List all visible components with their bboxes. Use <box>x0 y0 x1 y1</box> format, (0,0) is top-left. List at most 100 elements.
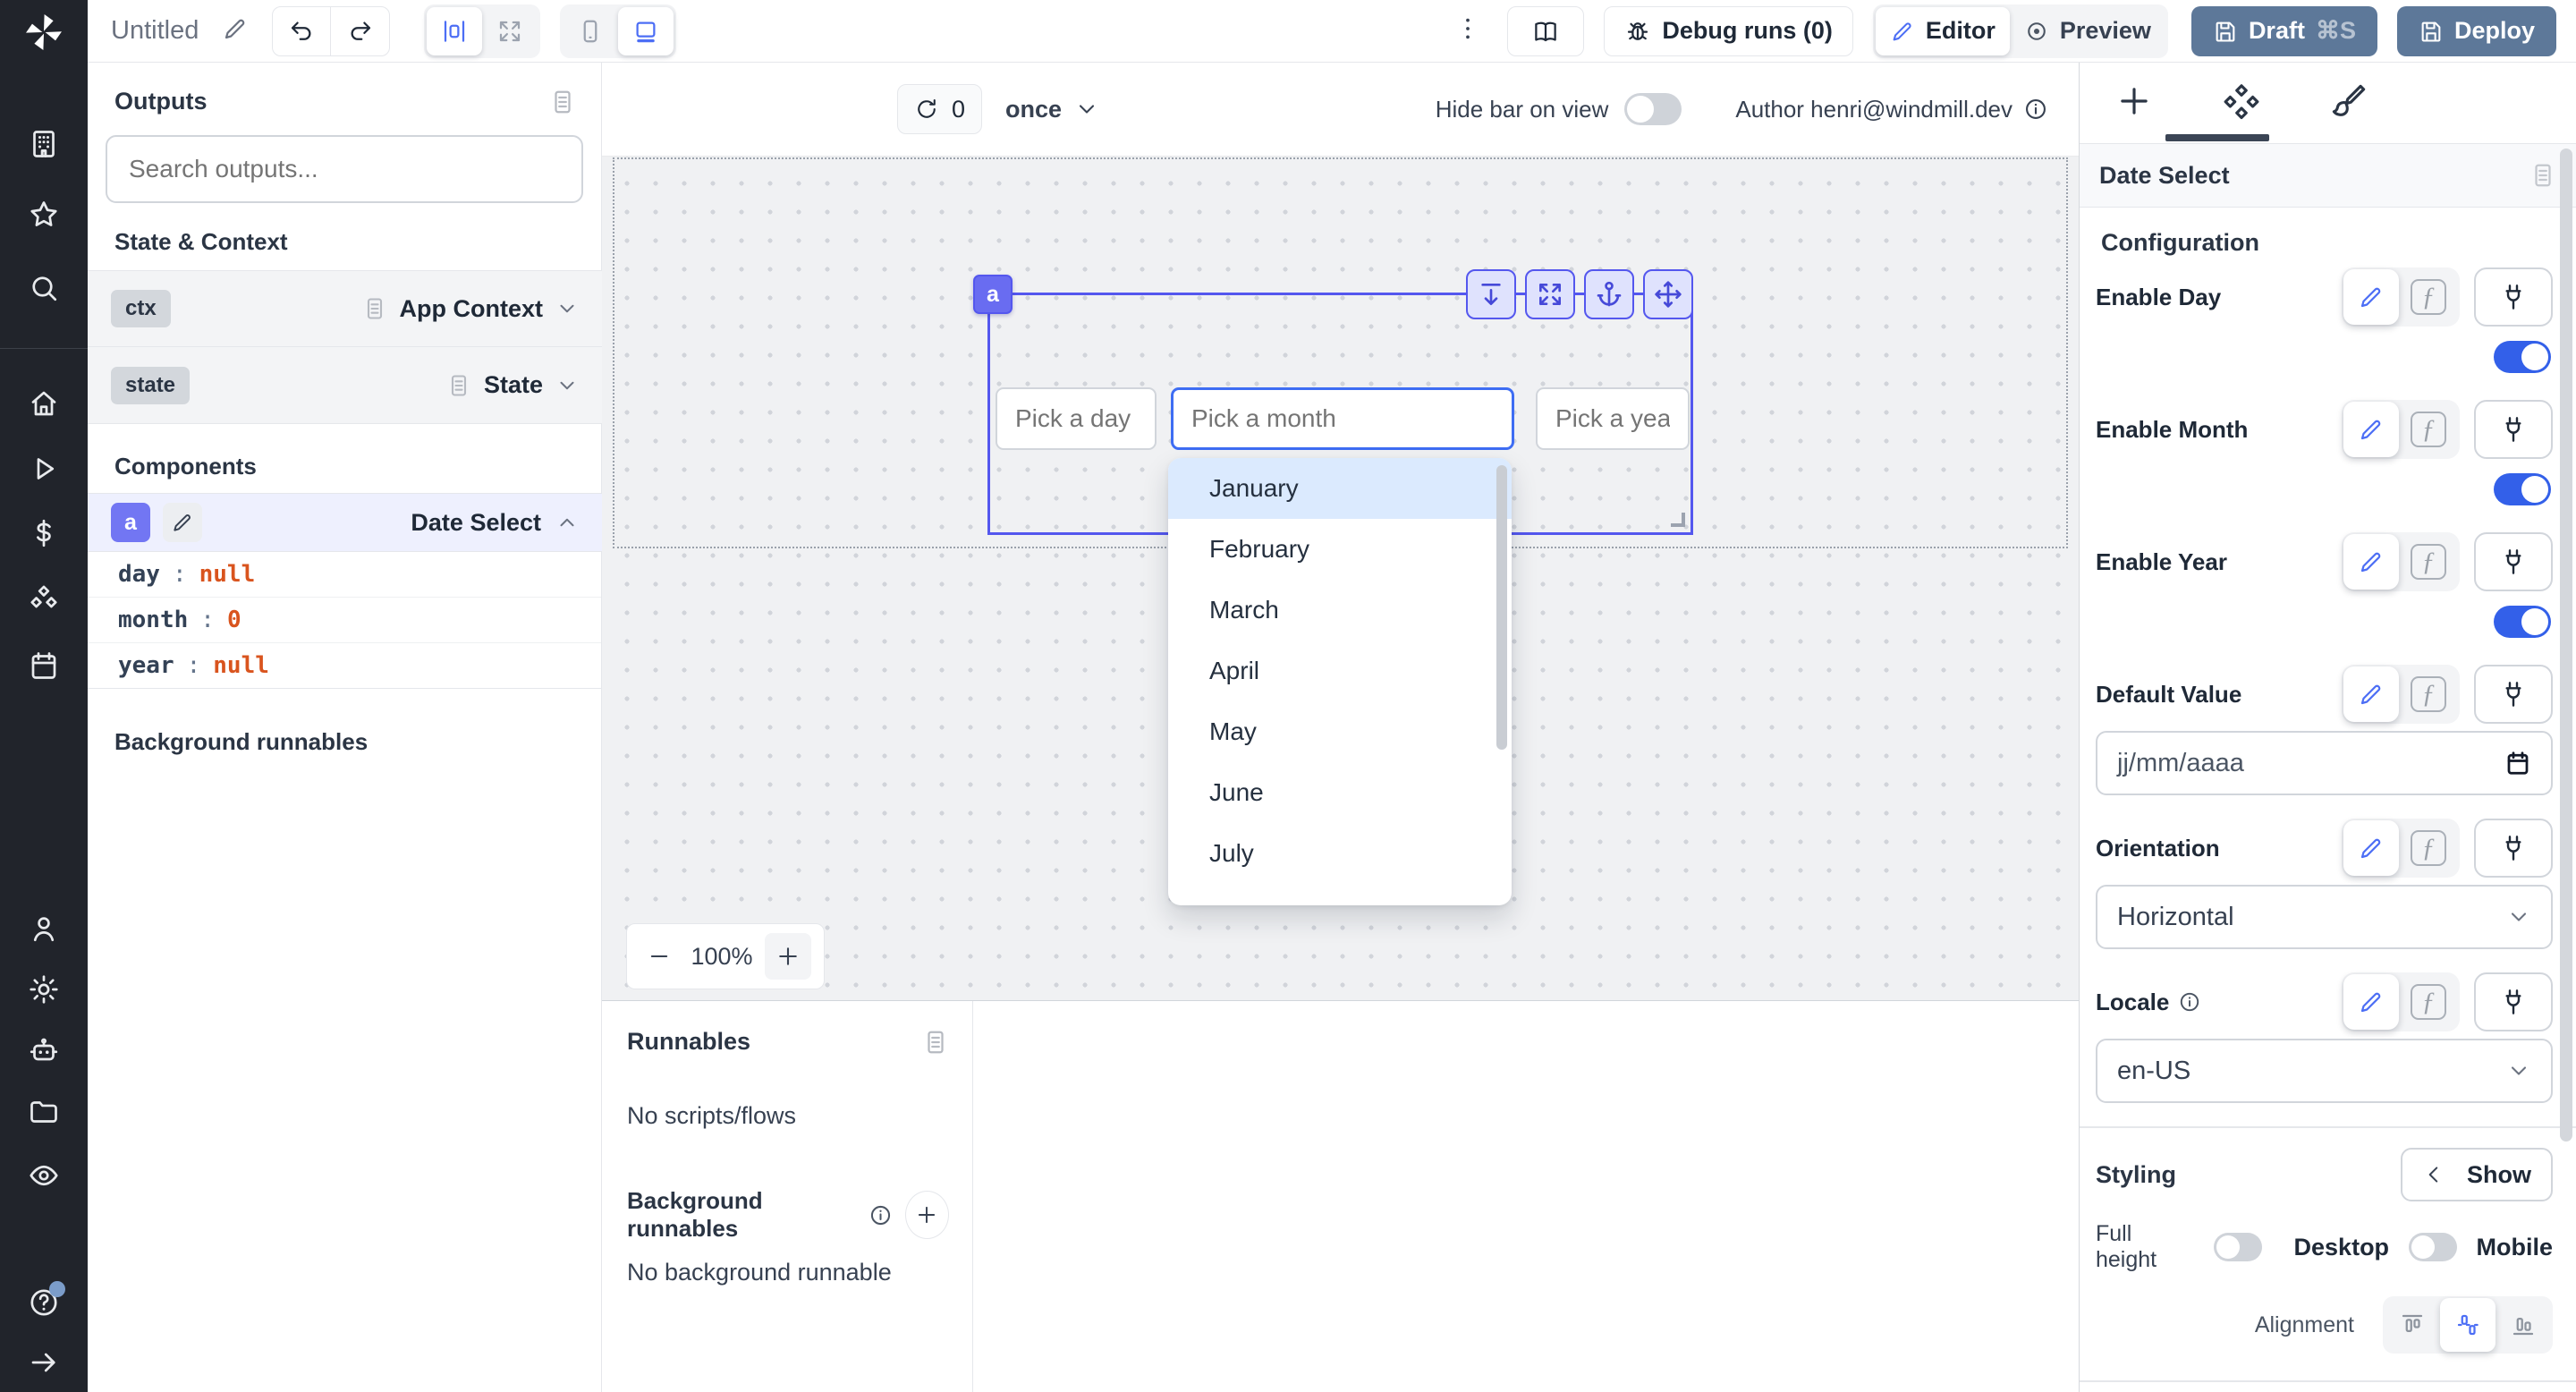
component-output-year[interactable]: year:null <box>88 643 601 689</box>
locale-select[interactable]: en-US <box>2096 1039 2553 1103</box>
preview-tab[interactable]: Preview <box>2010 7 2165 55</box>
component-settings-tab-icon[interactable] <box>2223 82 2260 124</box>
dropdown-scrollbar[interactable] <box>1496 465 1507 750</box>
zoom-in-button[interactable] <box>765 933 811 980</box>
connect-plug-icon[interactable] <box>2474 267 2553 327</box>
variables-icon[interactable] <box>28 517 60 549</box>
schedules-icon[interactable] <box>28 649 60 682</box>
workers-robot-icon[interactable] <box>28 1035 60 1067</box>
static-edit-pencil-icon[interactable] <box>2343 269 2399 325</box>
fx-expression-icon[interactable]: ƒ <box>2399 820 2458 876</box>
desktop-device-button[interactable] <box>618 7 674 55</box>
enable-day-toggle[interactable] <box>2494 341 2551 373</box>
rename-pencil-icon[interactable] <box>222 15 249 47</box>
month-option[interactable]: August <box>1168 884 1512 905</box>
undo-button[interactable] <box>273 6 331 56</box>
fullscreen-handle-icon[interactable] <box>1525 269 1575 319</box>
component-row-a[interactable]: a Date Select <box>88 493 602 552</box>
month-option[interactable]: February <box>1168 519 1512 580</box>
desktop-toggle[interactable] <box>2409 1233 2456 1261</box>
styling-show-button[interactable]: Show <box>2401 1148 2553 1201</box>
anchor-handle-icon[interactable] <box>1584 269 1634 319</box>
static-edit-pencil-icon[interactable] <box>2343 666 2399 722</box>
fx-expression-icon[interactable]: ƒ <box>2399 269 2458 325</box>
frequency-dropdown[interactable]: once <box>1005 96 1099 123</box>
user-icon[interactable] <box>28 912 60 945</box>
search-icon[interactable] <box>28 272 60 304</box>
month-option[interactable]: July <box>1168 823 1512 884</box>
month-option[interactable]: March <box>1168 580 1512 641</box>
ctx-row[interactable]: ctx App Context <box>88 270 602 347</box>
kebab-menu-icon[interactable] <box>1453 14 1482 47</box>
refresh-button[interactable]: 0 <box>897 84 982 134</box>
full-height-toggle[interactable] <box>2214 1233 2261 1261</box>
move-handle-icon[interactable] <box>1643 269 1693 319</box>
connect-plug-icon[interactable] <box>2474 400 2553 459</box>
center-layout-button[interactable] <box>427 7 482 55</box>
connect-plug-icon[interactable] <box>2474 665 2553 724</box>
resize-corner-handle[interactable] <box>1671 513 1685 527</box>
fullwidth-layout-button[interactable] <box>482 7 538 55</box>
state-row[interactable]: state State <box>88 347 602 424</box>
audit-eye-icon[interactable] <box>28 1159 60 1192</box>
expand-down-handle-icon[interactable] <box>1466 269 1516 319</box>
component-output-day[interactable]: day:null <box>88 552 601 598</box>
workspace-icon[interactable] <box>28 128 60 160</box>
docs-book-button[interactable] <box>1507 6 1584 56</box>
align-center-icon[interactable] <box>2440 1298 2496 1352</box>
month-input[interactable] <box>1171 387 1514 450</box>
static-edit-pencil-icon[interactable] <box>2343 820 2399 876</box>
month-option[interactable]: May <box>1168 701 1512 762</box>
align-top-icon[interactable] <box>2385 1298 2440 1352</box>
zoom-out-button[interactable] <box>640 937 679 976</box>
info-icon[interactable] <box>2178 990 2201 1014</box>
app-canvas[interactable]: a January February March April May June … <box>602 157 2079 1000</box>
fx-expression-icon[interactable]: ƒ <box>2399 402 2458 457</box>
search-outputs-input[interactable] <box>106 135 583 203</box>
component-tag-badge[interactable]: a <box>973 275 1013 314</box>
info-icon[interactable] <box>2023 97 2048 122</box>
calendar-icon[interactable] <box>2504 750 2531 777</box>
year-input[interactable] <box>1536 387 1690 450</box>
inspector-scrollbar[interactable] <box>2560 149 2572 1142</box>
add-background-runnable-button[interactable] <box>905 1191 949 1239</box>
folders-icon[interactable] <box>28 1096 60 1128</box>
redo-button[interactable] <box>331 6 389 56</box>
home-icon[interactable] <box>28 387 60 420</box>
component-output-month[interactable]: month:0 <box>88 598 601 643</box>
connect-plug-icon[interactable] <box>2474 532 2553 591</box>
editor-tab[interactable]: Editor <box>1876 7 2010 55</box>
global-styling-tab-brush-icon[interactable] <box>2330 82 2368 124</box>
connect-plug-icon[interactable] <box>2474 819 2553 878</box>
fx-expression-icon[interactable]: ƒ <box>2399 534 2458 590</box>
draft-button[interactable]: Draft ⌘S <box>2191 6 2377 56</box>
month-option[interactable]: January <box>1168 458 1512 519</box>
enable-month-toggle[interactable] <box>2494 473 2551 505</box>
runs-icon[interactable] <box>28 453 60 485</box>
orientation-select[interactable]: Horizontal <box>2096 885 2553 949</box>
align-bottom-icon[interactable] <box>2496 1298 2551 1352</box>
fx-expression-icon[interactable]: ƒ <box>2399 666 2458 722</box>
static-edit-pencil-icon[interactable] <box>2343 402 2399 457</box>
fx-expression-icon[interactable]: ƒ <box>2399 974 2458 1030</box>
collapse-rail-arrow-icon[interactable] <box>28 1346 60 1379</box>
month-option[interactable]: June <box>1168 762 1512 823</box>
deploy-button[interactable]: Deploy <box>2397 6 2556 56</box>
favorites-icon[interactable] <box>28 199 60 231</box>
connect-plug-icon[interactable] <box>2474 972 2553 1031</box>
enable-year-toggle[interactable] <box>2494 606 2551 638</box>
mobile-device-button[interactable] <box>563 7 618 55</box>
panel-doc-icon[interactable] <box>2529 162 2556 189</box>
month-option[interactable]: April <box>1168 641 1512 701</box>
default-value-date-input[interactable]: jj/mm/aaaa <box>2096 731 2553 795</box>
hide-bar-toggle[interactable] <box>1624 93 1682 125</box>
insert-component-tab-plus-icon[interactable] <box>2115 82 2153 124</box>
settings-gear-icon[interactable] <box>28 973 60 1006</box>
rename-component-pencil-icon[interactable] <box>163 503 202 542</box>
resources-icon[interactable] <box>28 583 60 615</box>
info-icon[interactable] <box>869 1203 893 1227</box>
windmill-logo-icon[interactable] <box>22 11 65 54</box>
debug-runs-button[interactable]: Debug runs (0) <box>1604 6 1853 56</box>
panel-doc-icon[interactable] <box>922 1029 949 1056</box>
static-edit-pencil-icon[interactable] <box>2343 974 2399 1030</box>
